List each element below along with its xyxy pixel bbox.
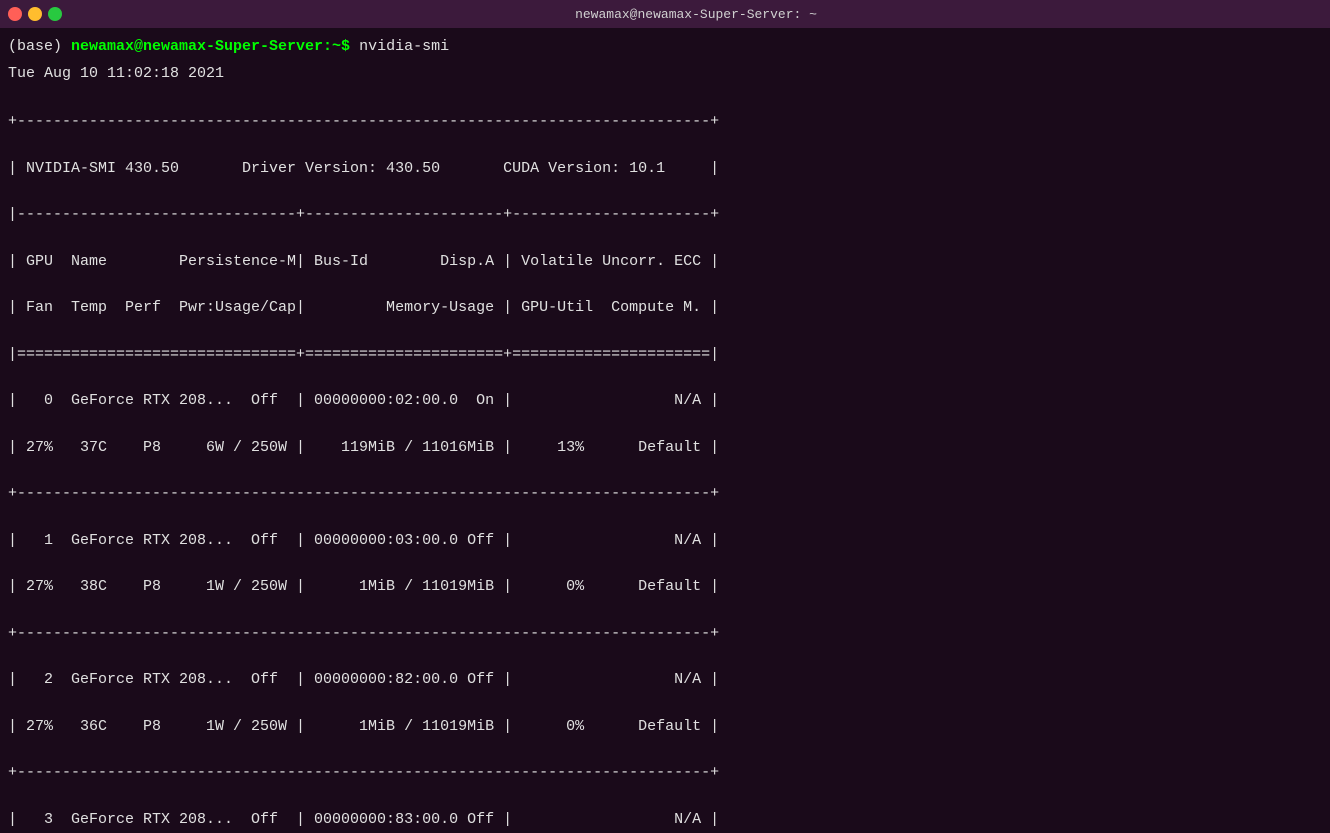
maximize-button[interactable]	[48, 7, 62, 21]
equal-line: |===============================+=======…	[8, 346, 719, 363]
gpu1-line1: | 1 GeForce RTX 208... Off | 00000000:03…	[8, 532, 719, 549]
window-controls[interactable]	[8, 7, 62, 21]
user-host: newamax@newamax-Super-Server:~$	[71, 38, 350, 55]
mid-dash4: +---------------------------------------…	[8, 764, 719, 781]
gpu2-line2: | 27% 36C P8 1W / 250W | 1MiB / 11019MiB…	[8, 718, 719, 735]
mid-dash3: +---------------------------------------…	[8, 625, 719, 642]
terminal: (base) newamax@newamax-Super-Server:~$ n…	[0, 28, 1330, 833]
command-text: nvidia-smi	[350, 38, 449, 55]
minimize-button[interactable]	[28, 7, 42, 21]
gpu3-line1: | 3 GeForce RTX 208... Off | 00000000:83…	[8, 811, 719, 828]
smi-output: +---------------------------------------…	[0, 87, 1330, 833]
top-dash: +---------------------------------------…	[8, 113, 719, 130]
timestamp: Tue Aug 10 11:02:18 2021	[0, 61, 1330, 88]
gpu2-line1: | 2 GeForce RTX 208... Off | 00000000:82…	[8, 671, 719, 688]
close-button[interactable]	[8, 7, 22, 21]
gpu1-line2: | 27% 38C P8 1W / 250W | 1MiB / 11019MiB…	[8, 578, 719, 595]
gpu0-line1: | 0 GeForce RTX 208... Off | 00000000:02…	[8, 392, 719, 409]
window-title: newamax@newamax-Super-Server: ~	[70, 7, 1322, 22]
header-line1: | NVIDIA-SMI 430.50 Driver Version: 430.…	[8, 160, 719, 177]
col-header1: | GPU Name Persistence-M| Bus-Id Disp.A …	[8, 253, 719, 270]
mid-dash1: |-------------------------------+-------…	[8, 206, 719, 223]
title-bar: newamax@newamax-Super-Server: ~	[0, 0, 1330, 28]
command-prompt: (base) newamax@newamax-Super-Server:~$ n…	[0, 34, 1330, 61]
base-prefix: (base)	[8, 38, 71, 55]
gpu0-line2: | 27% 37C P8 6W / 250W | 119MiB / 11016M…	[8, 439, 719, 456]
col-header2: | Fan Temp Perf Pwr:Usage/Cap| Memory-Us…	[8, 299, 719, 316]
mid-dash2: +---------------------------------------…	[8, 485, 719, 502]
